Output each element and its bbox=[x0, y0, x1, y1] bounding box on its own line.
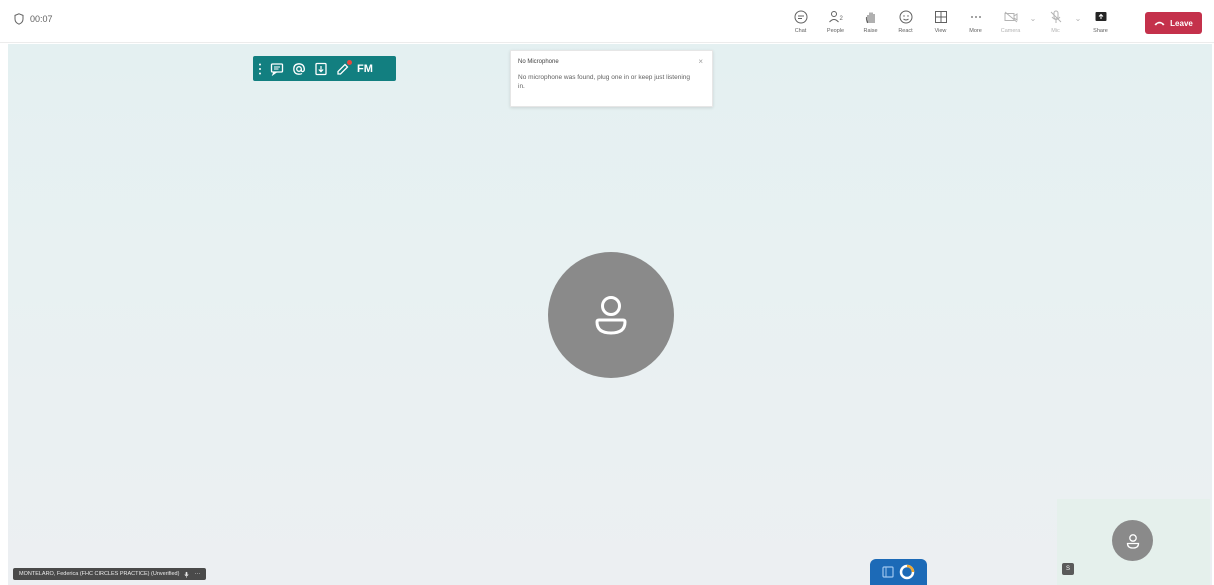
more-button[interactable]: More bbox=[958, 6, 993, 38]
floating-widget[interactable] bbox=[870, 559, 927, 585]
participant-name-tag: MONTELARO, Federica (FHC CIRCLES PRACTIC… bbox=[13, 568, 207, 580]
camera-icon bbox=[1004, 11, 1017, 23]
raise-label: Raise bbox=[863, 28, 878, 34]
view-icon bbox=[934, 11, 947, 23]
phone-hangup-icon bbox=[1154, 21, 1165, 26]
mic-button[interactable]: Mic bbox=[1038, 6, 1073, 38]
chat-label: Chat bbox=[794, 28, 807, 34]
more-label: More bbox=[969, 28, 982, 34]
svg-text:2: 2 bbox=[839, 16, 843, 22]
self-view-badge: S bbox=[1062, 563, 1074, 575]
chat-bubble-icon bbox=[270, 62, 283, 76]
person-icon bbox=[1126, 533, 1139, 549]
camera-label: Camera bbox=[1000, 28, 1021, 34]
mic-label: Mic bbox=[1051, 28, 1060, 34]
view-label: View bbox=[934, 28, 947, 34]
self-avatar bbox=[1112, 520, 1153, 561]
close-icon[interactable]: × bbox=[698, 57, 703, 66]
leave-label: Leave bbox=[1170, 18, 1193, 28]
notification-dot-icon bbox=[347, 60, 352, 65]
meeting-timer: 00:07 bbox=[14, 13, 53, 25]
drag-handle-icon[interactable] bbox=[256, 59, 264, 78]
participant-name: MONTELARO, Federica (FHC CIRCLES PRACTIC… bbox=[19, 571, 180, 577]
app-icon bbox=[882, 566, 894, 578]
camera-options-chevron-icon[interactable]: ⌄ bbox=[1028, 14, 1038, 23]
mic-options-chevron-icon[interactable]: ⌄ bbox=[1073, 14, 1083, 23]
download-button[interactable] bbox=[311, 59, 330, 78]
mic-off-icon bbox=[184, 571, 189, 578]
extension-toolbar: FM bbox=[253, 56, 396, 81]
notification-title: No Microphone bbox=[518, 59, 559, 65]
notification-body: No microphone was found, plug one in or … bbox=[518, 74, 690, 90]
edit-badge-button[interactable] bbox=[333, 59, 352, 78]
share-label: Share bbox=[1093, 28, 1108, 34]
more-options-icon[interactable]: ··· bbox=[194, 571, 200, 577]
people-label: People bbox=[826, 28, 845, 34]
meeting-controls: Chat 2 People Raise React View More Came… bbox=[783, 6, 1118, 38]
chat-icon bbox=[794, 10, 807, 24]
download-icon bbox=[314, 62, 327, 75]
mention-button[interactable] bbox=[289, 59, 308, 78]
share-button[interactable]: Share bbox=[1083, 6, 1118, 38]
react-button[interactable]: React bbox=[888, 6, 923, 38]
fm-button[interactable]: FM bbox=[357, 63, 373, 75]
leave-button[interactable]: Leave bbox=[1145, 12, 1202, 34]
timer-text: 00:07 bbox=[30, 14, 53, 24]
chat-bubble-button[interactable] bbox=[267, 59, 286, 78]
people-icon: 2 bbox=[828, 11, 843, 23]
chat-button[interactable]: Chat bbox=[783, 6, 818, 38]
participant-avatar bbox=[548, 252, 674, 378]
people-button[interactable]: 2 People bbox=[818, 6, 853, 38]
share-icon bbox=[1095, 12, 1106, 21]
meeting-header: 00:07 Chat 2 People Raise React View Mor… bbox=[0, 0, 1214, 43]
react-icon bbox=[899, 10, 912, 24]
camera-button[interactable]: Camera bbox=[993, 6, 1028, 38]
raise-hand-icon bbox=[865, 12, 874, 24]
react-label: React bbox=[898, 28, 913, 34]
shield-icon bbox=[14, 13, 24, 25]
no-microphone-notification: No Microphone No microphone was found, p… bbox=[510, 50, 713, 107]
person-icon bbox=[595, 296, 627, 335]
loading-ring-icon bbox=[899, 564, 915, 580]
view-button[interactable]: View bbox=[923, 6, 958, 38]
mic-icon bbox=[1050, 10, 1061, 23]
raise-hand-button[interactable]: Raise bbox=[853, 6, 888, 38]
at-sign-icon bbox=[292, 62, 305, 75]
more-icon bbox=[970, 16, 981, 18]
